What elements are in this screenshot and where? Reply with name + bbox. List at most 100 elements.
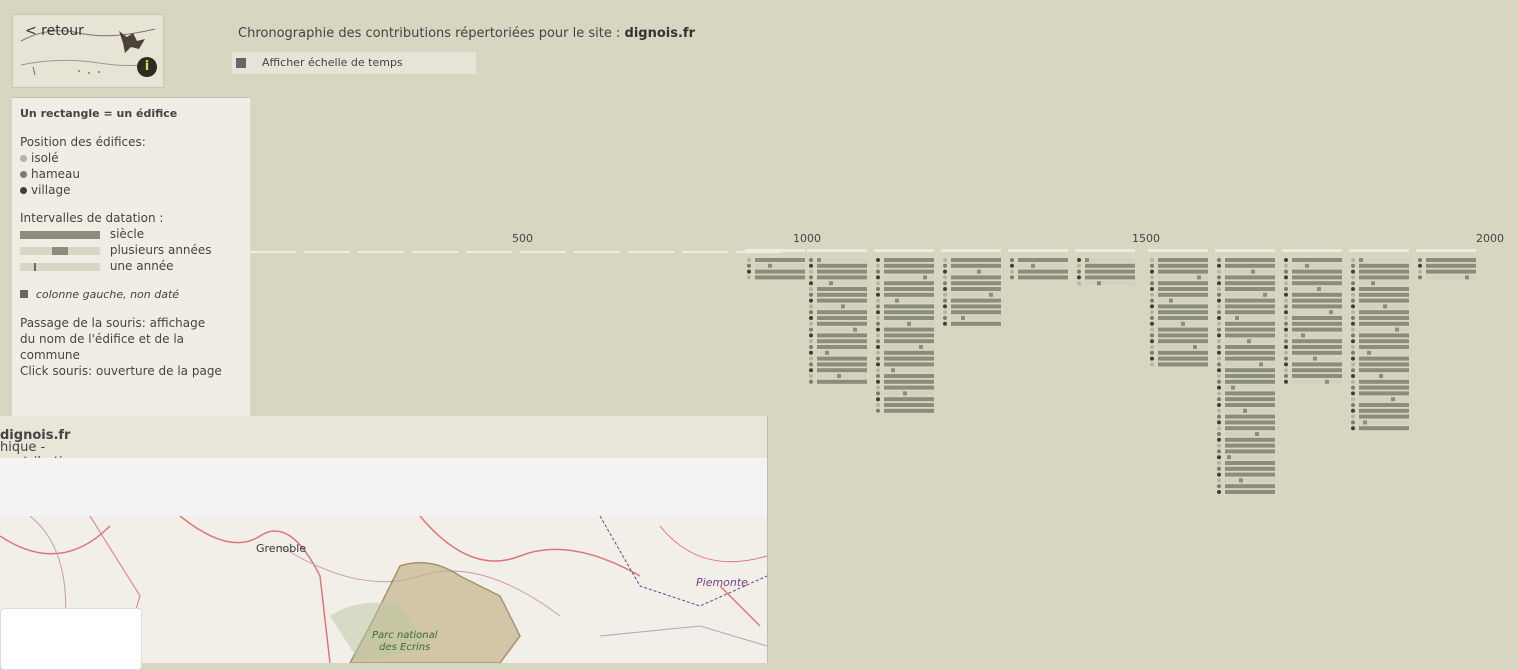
building-rect[interactable] <box>1225 321 1275 326</box>
building-rect[interactable] <box>1292 269 1342 274</box>
building-rect[interactable] <box>1359 263 1409 268</box>
building-rect[interactable] <box>755 269 805 274</box>
building-rect[interactable] <box>1292 316 1342 320</box>
building-rect[interactable] <box>884 385 934 390</box>
building-mark[interactable] <box>977 269 981 274</box>
building-rect[interactable] <box>884 281 934 286</box>
building-mark[interactable] <box>1085 258 1089 262</box>
building-rect[interactable] <box>817 316 867 320</box>
building-mark[interactable] <box>1251 269 1255 274</box>
building-rect[interactable] <box>1359 345 1409 349</box>
building-rect[interactable] <box>1359 281 1409 286</box>
building-rect[interactable] <box>1225 281 1275 286</box>
building-rect[interactable] <box>1225 362 1275 367</box>
building-rect[interactable] <box>1225 263 1275 268</box>
century-header[interactable] <box>874 249 934 252</box>
building-rect[interactable] <box>884 269 934 274</box>
building-rect[interactable] <box>884 397 934 402</box>
building-mark[interactable] <box>989 292 993 297</box>
building-mark[interactable] <box>1391 397 1395 402</box>
building-mark[interactable] <box>891 368 895 373</box>
building-rect[interactable] <box>817 258 867 262</box>
building-rect[interactable] <box>1225 345 1275 349</box>
building-rect[interactable] <box>884 350 934 355</box>
building-rect[interactable] <box>1158 292 1208 297</box>
building-rect[interactable] <box>1225 414 1275 419</box>
building-rect[interactable] <box>884 379 934 384</box>
building-rect[interactable] <box>1085 263 1135 268</box>
building-rect[interactable] <box>884 304 934 309</box>
building-rect[interactable] <box>1426 258 1476 262</box>
building-rect[interactable] <box>755 258 805 262</box>
building-rect[interactable] <box>884 310 934 315</box>
building-rect[interactable] <box>1359 287 1409 291</box>
building-rect[interactable] <box>951 292 1001 297</box>
building-rect[interactable] <box>1225 275 1275 280</box>
building-rect[interactable] <box>1225 408 1275 413</box>
building-mark[interactable] <box>1363 420 1367 425</box>
building-rect[interactable] <box>1225 461 1275 465</box>
building-rect[interactable] <box>1292 339 1342 344</box>
building-mark[interactable] <box>919 345 923 349</box>
building-rect[interactable] <box>1292 327 1342 332</box>
building-rect[interactable] <box>1359 292 1409 297</box>
building-rect[interactable] <box>1158 345 1208 349</box>
building-mark[interactable] <box>1181 321 1185 326</box>
building-rect[interactable] <box>1359 391 1409 396</box>
building-rect[interactable] <box>1292 345 1342 349</box>
building-rect[interactable] <box>884 333 934 338</box>
building-rect[interactable] <box>817 287 867 291</box>
building-rect[interactable] <box>1158 356 1208 361</box>
building-rect[interactable] <box>1225 327 1275 332</box>
century-header[interactable] <box>1148 249 1208 252</box>
building-rect[interactable] <box>817 275 867 280</box>
building-rect[interactable] <box>1359 385 1409 390</box>
building-rect[interactable] <box>1359 362 1409 367</box>
building-rect[interactable] <box>884 374 934 378</box>
building-rect[interactable] <box>951 298 1001 303</box>
building-rect[interactable] <box>884 408 934 413</box>
building-rect[interactable] <box>1359 298 1409 303</box>
building-rect[interactable] <box>1359 275 1409 280</box>
building-rect[interactable] <box>1225 374 1275 378</box>
building-rect[interactable] <box>817 269 867 274</box>
building-rect[interactable] <box>951 281 1001 286</box>
building-rect[interactable] <box>817 281 867 286</box>
building-mark[interactable] <box>907 321 911 326</box>
building-rect[interactable] <box>1292 374 1342 378</box>
building-rect[interactable] <box>1359 333 1409 338</box>
building-rect[interactable] <box>1292 258 1342 262</box>
building-rect[interactable] <box>951 321 1001 326</box>
building-rect[interactable] <box>1292 368 1342 373</box>
building-rect[interactable] <box>1225 298 1275 303</box>
building-rect[interactable] <box>951 287 1001 291</box>
building-mark[interactable] <box>895 298 899 303</box>
building-rect[interactable] <box>817 292 867 297</box>
building-rect[interactable] <box>1225 368 1275 373</box>
building-rect[interactable] <box>1225 356 1275 361</box>
building-rect[interactable] <box>1158 316 1208 320</box>
building-rect[interactable] <box>1359 374 1409 378</box>
building-rect[interactable] <box>1292 379 1342 384</box>
building-mark[interactable] <box>1359 258 1363 262</box>
building-rect[interactable] <box>951 258 1001 262</box>
building-rect[interactable] <box>1225 432 1275 436</box>
building-rect[interactable] <box>1292 281 1342 286</box>
building-rect[interactable] <box>1359 339 1409 344</box>
building-mark[interactable] <box>1031 263 1035 268</box>
building-mark[interactable] <box>825 350 829 355</box>
building-rect[interactable] <box>884 263 934 268</box>
building-rect[interactable] <box>1359 356 1409 361</box>
building-rect[interactable] <box>1359 403 1409 407</box>
century-header[interactable] <box>941 249 1001 252</box>
building-rect[interactable] <box>1292 333 1342 338</box>
century-header[interactable] <box>1215 249 1275 252</box>
building-rect[interactable] <box>884 327 934 332</box>
building-mark[interactable] <box>1371 281 1375 286</box>
building-rect[interactable] <box>884 356 934 361</box>
building-rect[interactable] <box>951 316 1001 320</box>
axis-segment[interactable] <box>250 251 296 253</box>
building-rect[interactable] <box>951 263 1001 268</box>
building-rect[interactable] <box>1359 327 1409 332</box>
building-mark[interactable] <box>1239 478 1243 483</box>
